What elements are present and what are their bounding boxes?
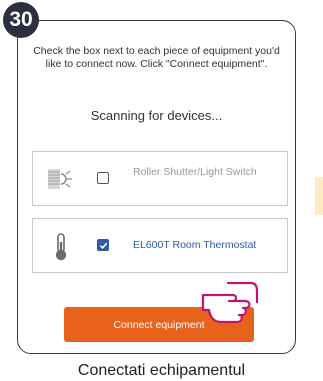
roller-shutter-checkbox[interactable] <box>97 172 109 184</box>
step-caption: Conectati echipamentul <box>77 362 246 379</box>
checkmark-icon <box>99 242 107 249</box>
scanning-status: Scanning for devices... <box>90 108 223 123</box>
thermostat-checkbox[interactable] <box>97 239 109 251</box>
device-row-roller-shutter[interactable]: Roller Shutter/Light Switch <box>32 151 288 206</box>
roller-shutter-light-icon <box>48 169 72 189</box>
device-name-roller-shutter: Roller Shutter/Light Switch <box>133 166 257 178</box>
instructions-text: Check the box next to each piece of equi… <box>33 45 280 70</box>
step-number: 30 <box>9 8 33 31</box>
device-name-thermostat: EL600T Room Thermostat <box>133 239 257 251</box>
side-tab-decoration <box>315 177 323 215</box>
step-number-badge: 30 <box>3 2 39 38</box>
device-row-thermostat[interactable]: EL600T Room Thermostat <box>32 218 288 273</box>
pointing-hand-icon <box>201 281 259 324</box>
thermostat-icon <box>55 233 67 261</box>
